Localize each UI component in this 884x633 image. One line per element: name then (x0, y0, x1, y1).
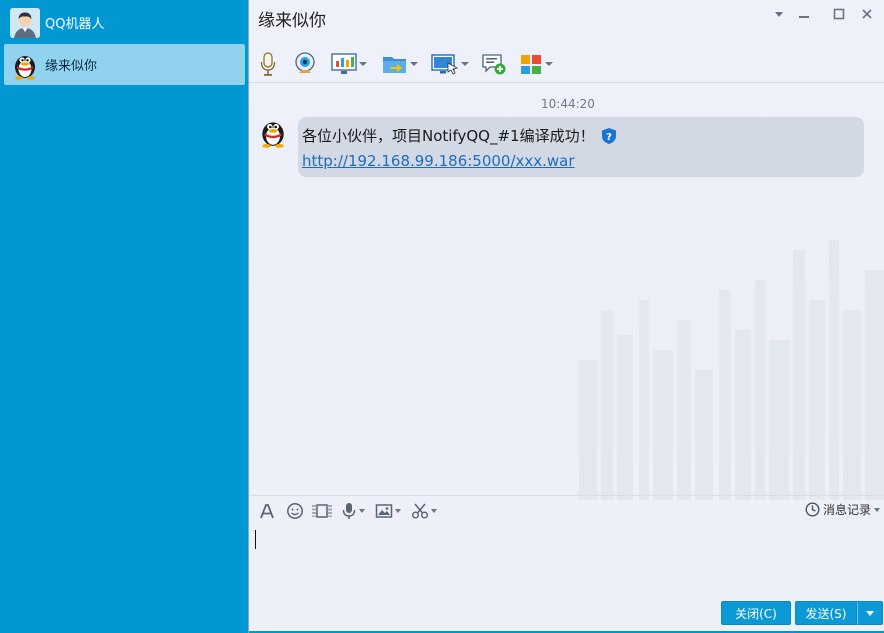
contact-name: 缘来似你 (45, 59, 98, 74)
chevron-down-icon (866, 610, 874, 616)
contact-name: QQ机器人 (45, 17, 105, 32)
discussion-group-icon[interactable] (481, 50, 507, 78)
toolbar-separator (249, 82, 884, 83)
font-icon[interactable] (258, 500, 276, 522)
clock-icon (805, 502, 820, 517)
message-timestamp: 10:44:20 (541, 97, 595, 111)
chat-toolbar (249, 48, 884, 80)
file-transfer-icon[interactable] (382, 50, 418, 78)
dropdown-icon[interactable] (770, 5, 788, 23)
message-bubble: 各位小伙伴，项目NotifyQQ_#1编译成功！ ? http://192.16… (298, 117, 864, 177)
message-history-label: 消息记录 (822, 503, 871, 517)
voice-message-icon[interactable] (341, 500, 365, 522)
minimize-icon[interactable] (795, 5, 813, 23)
sidebar-item-yuanlai[interactable]: 缘来似你 (4, 44, 245, 85)
contact-sidebar: QQ机器人 缘来似你 (0, 0, 248, 633)
close-button[interactable]: 关闭(C) (721, 601, 791, 625)
close-icon[interactable] (858, 5, 876, 23)
skyline-background-decoration (579, 240, 884, 500)
screenshot-icon[interactable] (312, 500, 332, 522)
chat-window: 缘来似你 10:44:20 各位小伙伴，项目NotifyQQ_#1编译成功！ ?… (249, 0, 884, 633)
svg-text:?: ? (606, 132, 612, 143)
qq-penguin-avatar[interactable] (257, 116, 289, 148)
image-icon[interactable] (375, 500, 401, 522)
qq-penguin-avatar (10, 50, 40, 80)
message-history-button[interactable]: 消息记录 (805, 501, 880, 518)
video-call-icon[interactable] (293, 50, 317, 78)
user-avatar (10, 7, 40, 38)
maximize-icon[interactable] (830, 5, 848, 23)
input-toolbar: 消息记录 (249, 498, 884, 524)
security-shield-icon[interactable]: ? (601, 127, 617, 145)
screen-share-icon[interactable] (331, 50, 367, 78)
input-separator (249, 495, 884, 496)
emoji-icon[interactable] (286, 500, 304, 522)
send-options-button[interactable] (857, 601, 883, 625)
remote-desktop-icon[interactable] (431, 50, 469, 78)
chat-title: 缘来似你 (258, 11, 326, 31)
message-link[interactable]: http://192.168.99.186:5000/xxx.war (302, 152, 864, 170)
voice-call-icon[interactable] (257, 50, 279, 78)
message-input[interactable] (249, 524, 884, 598)
app-grid-icon[interactable] (519, 50, 553, 78)
scissors-icon[interactable] (411, 500, 437, 522)
message-text: 各位小伙伴，项目NotifyQQ_#1编译成功！ (302, 127, 595, 145)
sidebar-item-qq-robot[interactable]: QQ机器人 (4, 2, 245, 43)
send-button[interactable]: 发送(S) (795, 601, 857, 625)
text-cursor (255, 530, 256, 549)
